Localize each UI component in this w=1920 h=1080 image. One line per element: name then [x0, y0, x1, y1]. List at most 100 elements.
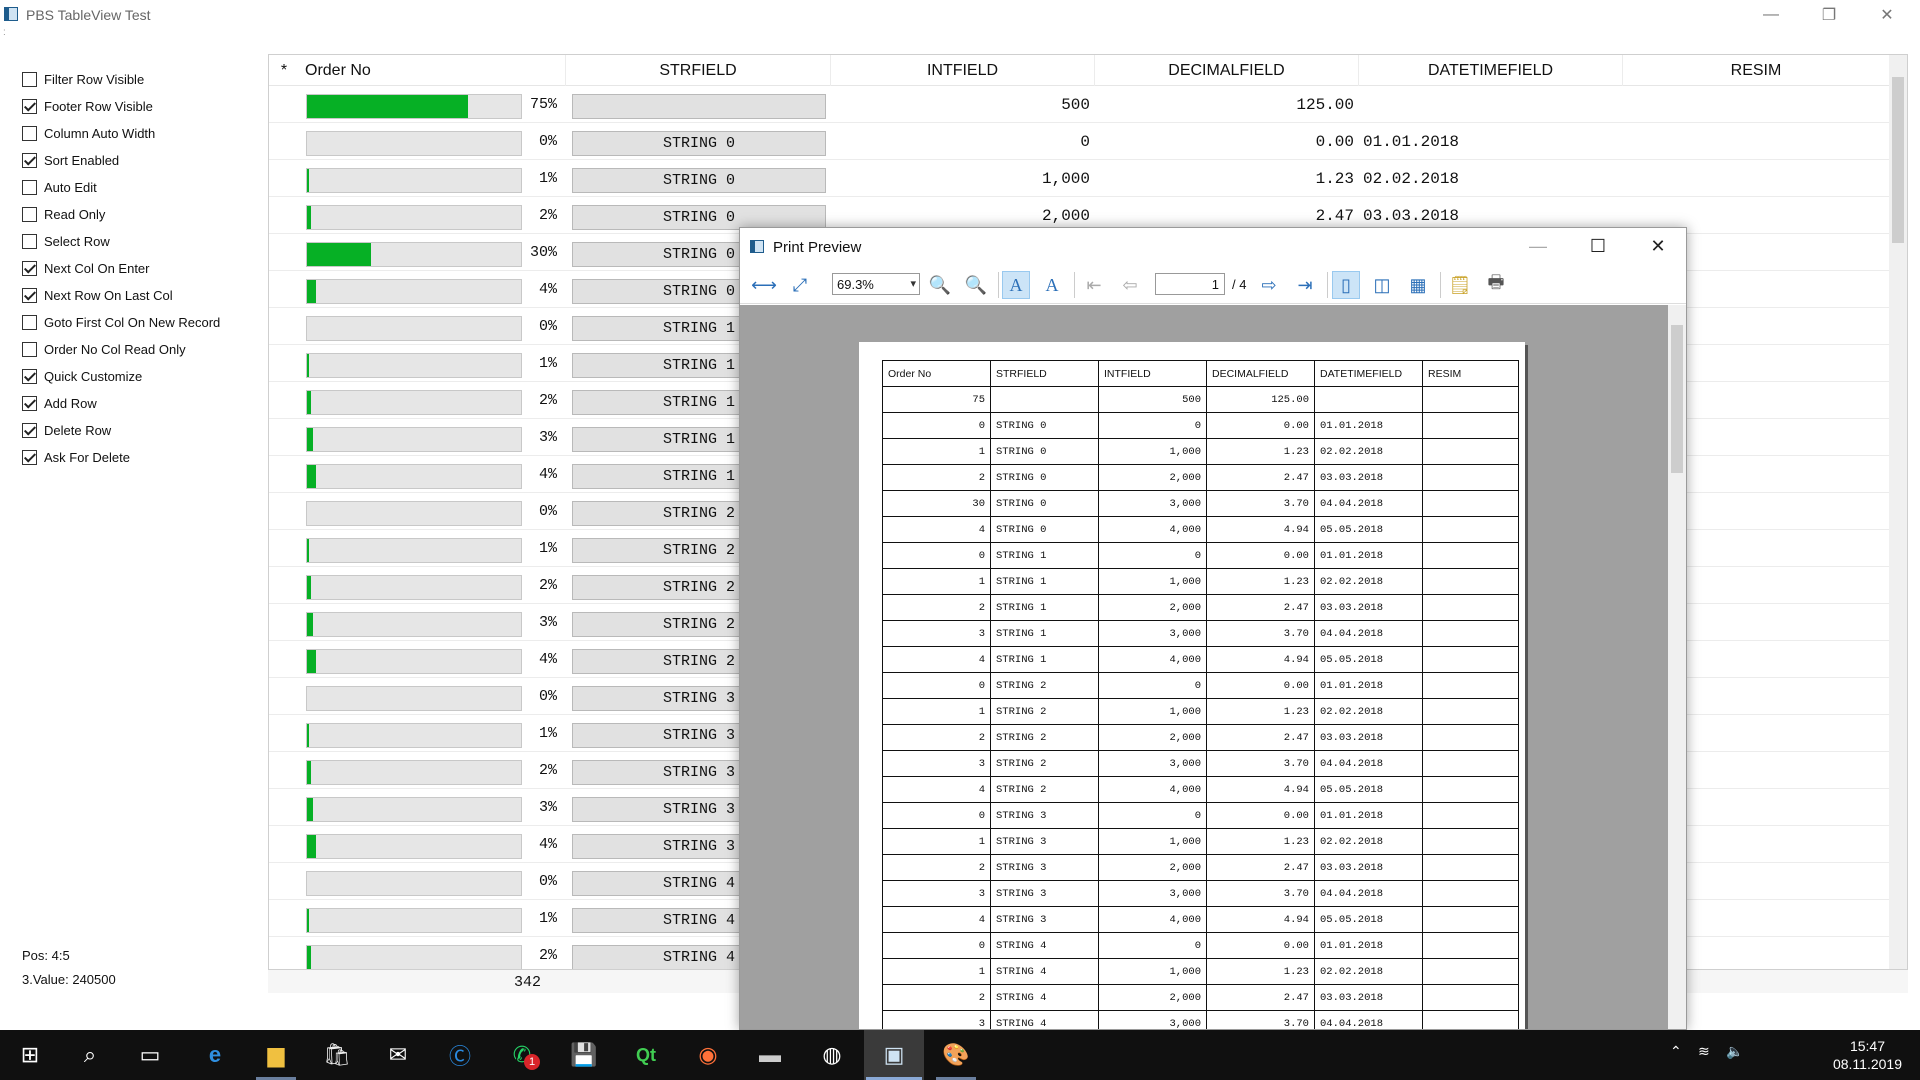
progress-bar[interactable] [306, 205, 522, 230]
checkbox[interactable] [22, 72, 37, 87]
option-12[interactable]: Add Row [22, 390, 262, 417]
landscape-icon[interactable]: A [1038, 271, 1066, 299]
option-4[interactable]: Auto Edit [22, 174, 262, 201]
portrait-icon[interactable]: A [1002, 271, 1030, 299]
print-icon[interactable]: 🖶 [1482, 271, 1510, 299]
progress-bar[interactable] [306, 316, 522, 341]
checkbox[interactable] [22, 180, 37, 195]
save-disk-icon[interactable]: 💾 [554, 1030, 614, 1080]
facing-pages-icon[interactable]: ◫ [1368, 271, 1396, 299]
volume-icon[interactable]: 🔈 [1726, 1043, 1743, 1060]
checkbox[interactable] [22, 342, 37, 357]
preview-canvas[interactable]: Order No STRFIELD INTFIELD DECIMALFIELD DATE… [740, 305, 1670, 1029]
store-icon[interactable]: 🛍 [307, 1030, 367, 1080]
paint-icon[interactable]: 🎨 [926, 1030, 986, 1080]
checkbox[interactable] [22, 396, 37, 411]
progress-bar[interactable] [306, 94, 522, 119]
progress-bar[interactable] [306, 649, 522, 674]
progress-bar[interactable] [306, 575, 522, 600]
chevron-up-icon[interactable]: ⌃ [1670, 1043, 1682, 1060]
progress-bar[interactable] [306, 168, 522, 193]
table-row[interactable]: 0% STRING 0 0 0.00 01.01.2018 [269, 123, 1889, 160]
next-page-icon[interactable]: ⇨ [1255, 271, 1283, 299]
minimize-button[interactable]: — [1742, 0, 1800, 30]
progress-bar[interactable] [306, 612, 522, 637]
single-page-icon[interactable]: ▯ [1332, 271, 1360, 299]
fit-page-icon[interactable]: ⤢ [786, 271, 814, 299]
firefox-icon[interactable]: ◉ [678, 1030, 738, 1080]
option-2[interactable]: Column Auto Width [22, 120, 262, 147]
datetimefield-cell[interactable] [1363, 86, 1623, 123]
strfield-cell[interactable] [572, 94, 826, 119]
checkbox[interactable] [22, 126, 37, 141]
intfield-cell[interactable]: 500 [831, 86, 1095, 123]
start-icon[interactable]: ⊞ [0, 1030, 60, 1080]
close-button[interactable]: ✕ [1858, 0, 1916, 30]
page-setup-icon[interactable]: 🗒 [1446, 271, 1474, 299]
progress-bar[interactable] [306, 131, 522, 156]
decimalfield-cell[interactable]: 1.23 [1095, 160, 1359, 197]
vertical-scrollbar[interactable] [1889, 55, 1907, 971]
scrollbar-thumb[interactable] [1892, 77, 1904, 243]
terminal-icon[interactable]: ▬ [740, 1030, 800, 1080]
strfield-cell[interactable]: STRING 0 [572, 168, 826, 193]
progress-bar[interactable] [306, 353, 522, 378]
option-8[interactable]: Next Row On Last Col [22, 282, 262, 309]
checkbox[interactable] [22, 99, 37, 114]
first-page-icon[interactable]: ⇤ [1080, 271, 1108, 299]
progress-bar[interactable] [306, 427, 522, 452]
checkbox[interactable] [22, 288, 37, 303]
option-13[interactable]: Delete Row [22, 417, 262, 444]
zoom-out-icon[interactable]: 🔍 [926, 271, 954, 299]
search-icon[interactable]: ⌕ [60, 1030, 120, 1080]
decimalfield-cell[interactable]: 125.00 [1095, 86, 1359, 123]
resim-cell[interactable] [1623, 160, 1889, 197]
checkbox[interactable] [22, 261, 37, 276]
col-header-orderno[interactable]: Order No [299, 55, 566, 86]
dialog-minimize-button[interactable]: — [1508, 228, 1568, 264]
progress-bar[interactable] [306, 871, 522, 896]
restore-button[interactable]: ❐ [1800, 0, 1858, 30]
col-header-decimalfield[interactable]: DECIMALFIELD [1095, 55, 1359, 86]
progress-bar[interactable] [306, 242, 522, 267]
github-icon[interactable]: ◍ [802, 1030, 862, 1080]
option-10[interactable]: Order No Col Read Only [22, 336, 262, 363]
fit-width-icon[interactable]: ⟷ [750, 271, 778, 299]
dialog-close-button[interactable]: ✕ [1628, 228, 1686, 264]
datetimefield-cell[interactable]: 01.01.2018 [1363, 123, 1623, 160]
zoom-combo[interactable]: 69.3% ▾ [832, 273, 920, 295]
option-11[interactable]: Quick Customize [22, 363, 262, 390]
qt-creator-icon[interactable]: Qt [616, 1030, 676, 1080]
ccleaner-icon[interactable]: Ⓒ [430, 1030, 490, 1080]
progress-bar[interactable] [306, 538, 522, 563]
dialog-maximize-button[interactable]: ☐ [1568, 228, 1628, 264]
col-header-resim[interactable]: RESIM [1623, 55, 1889, 86]
progress-bar[interactable] [306, 797, 522, 822]
clock[interactable]: 15:47 08.11.2019 [1833, 1037, 1902, 1073]
option-7[interactable]: Next Col On Enter [22, 255, 262, 282]
progress-bar[interactable] [306, 390, 522, 415]
option-6[interactable]: Select Row [22, 228, 262, 255]
intfield-cell[interactable]: 1,000 [831, 160, 1095, 197]
page-number-input[interactable]: 1 [1155, 273, 1225, 295]
network-icon[interactable]: ≋ [1698, 1043, 1710, 1060]
option-3[interactable]: Sort Enabled [22, 147, 262, 174]
checkbox[interactable] [22, 315, 37, 330]
checkbox[interactable] [22, 423, 37, 438]
table-row[interactable]: 1% STRING 0 1,000 1.23 02.02.2018 [269, 160, 1889, 197]
preview-scrollbar-thumb[interactable] [1671, 325, 1683, 473]
resim-cell[interactable] [1623, 86, 1889, 123]
whatsapp-icon[interactable]: ✆ 1 [492, 1030, 552, 1080]
datetimefield-cell[interactable]: 02.02.2018 [1363, 160, 1623, 197]
task-view-icon[interactable]: ▭ [120, 1030, 180, 1080]
decimalfield-cell[interactable]: 0.00 [1095, 123, 1359, 160]
last-page-icon[interactable]: ⇥ [1291, 271, 1319, 299]
file-explorer-icon[interactable]: ▆ [246, 1030, 306, 1080]
col-header-datetimefield[interactable]: DATETIMEFIELD [1359, 55, 1623, 86]
progress-bar[interactable] [306, 908, 522, 933]
intfield-cell[interactable]: 0 [831, 123, 1095, 160]
zoom-in-icon[interactable]: 🔍 [962, 271, 990, 299]
tableview-app-icon[interactable]: ▣ [864, 1030, 924, 1080]
col-header-strfield[interactable]: STRFIELD [566, 55, 831, 86]
option-5[interactable]: Read Only [22, 201, 262, 228]
